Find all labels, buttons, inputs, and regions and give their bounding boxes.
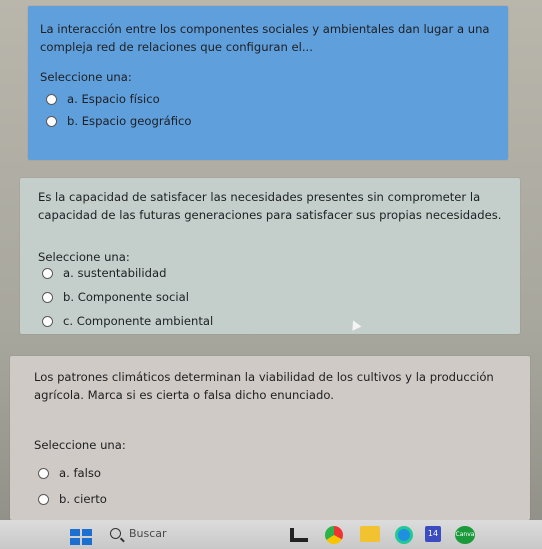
radio-button[interactable] xyxy=(38,493,49,505)
radio-button[interactable] xyxy=(42,291,53,303)
question-card-3: Los patrones climáticos determinan la vi… xyxy=(10,356,530,520)
option-c[interactable]: c. Componente ambiental xyxy=(42,314,213,328)
option-label: b. Espacio geográfico xyxy=(67,114,192,128)
question-text: La interacción entre los componentes soc… xyxy=(40,22,490,54)
question-card-1: La interacción entre los componentes soc… xyxy=(28,6,508,160)
question-card-2: Es la capacidad de satisfacer las necesi… xyxy=(20,178,520,334)
select-prompt: Seleccione una: xyxy=(34,438,126,452)
radio-button[interactable] xyxy=(46,115,57,127)
widgets-icon[interactable] xyxy=(290,528,308,542)
radio-button[interactable] xyxy=(46,93,57,105)
start-icon[interactable] xyxy=(70,529,92,545)
option-label: a. falso xyxy=(59,466,102,480)
question-text: Los patrones climáticos determinan la vi… xyxy=(34,370,494,402)
select-prompt: Seleccione una: xyxy=(38,250,130,264)
taskbar-search[interactable]: Buscar xyxy=(110,527,167,540)
app-icon[interactable]: Canva xyxy=(455,526,475,544)
option-a[interactable]: a. sustentabilidad xyxy=(42,266,166,280)
edge-icon[interactable] xyxy=(395,526,413,544)
select-prompt: Seleccione una: xyxy=(40,70,132,84)
store-badge: 14 xyxy=(427,529,439,538)
option-b[interactable]: b. Componente social xyxy=(42,290,189,304)
radio-button[interactable] xyxy=(42,267,53,279)
app-label: Canva xyxy=(455,531,475,538)
option-b[interactable]: b. Espacio geográfico xyxy=(46,114,192,128)
search-icon xyxy=(110,528,121,539)
option-label: a. Espacio físico xyxy=(67,92,160,106)
option-b[interactable]: b. cierto xyxy=(38,492,107,506)
search-label: Buscar xyxy=(129,527,167,540)
option-label: a. sustentabilidad xyxy=(63,266,167,280)
option-a[interactable]: a. Espacio físico xyxy=(46,92,160,106)
option-label: c. Componente ambiental xyxy=(63,314,214,328)
radio-button[interactable] xyxy=(42,315,53,327)
store-icon[interactable]: 14 xyxy=(425,526,441,542)
question-text: Es la capacidad de satisfacer las necesi… xyxy=(38,190,502,222)
radio-button[interactable] xyxy=(38,467,49,479)
chrome-icon[interactable] xyxy=(325,526,343,544)
taskbar: Buscar 14 Canva xyxy=(0,520,542,549)
files-icon[interactable] xyxy=(360,526,380,542)
option-label: b. cierto xyxy=(59,492,107,506)
option-label: b. Componente social xyxy=(63,290,189,304)
option-a[interactable]: a. falso xyxy=(38,466,101,480)
